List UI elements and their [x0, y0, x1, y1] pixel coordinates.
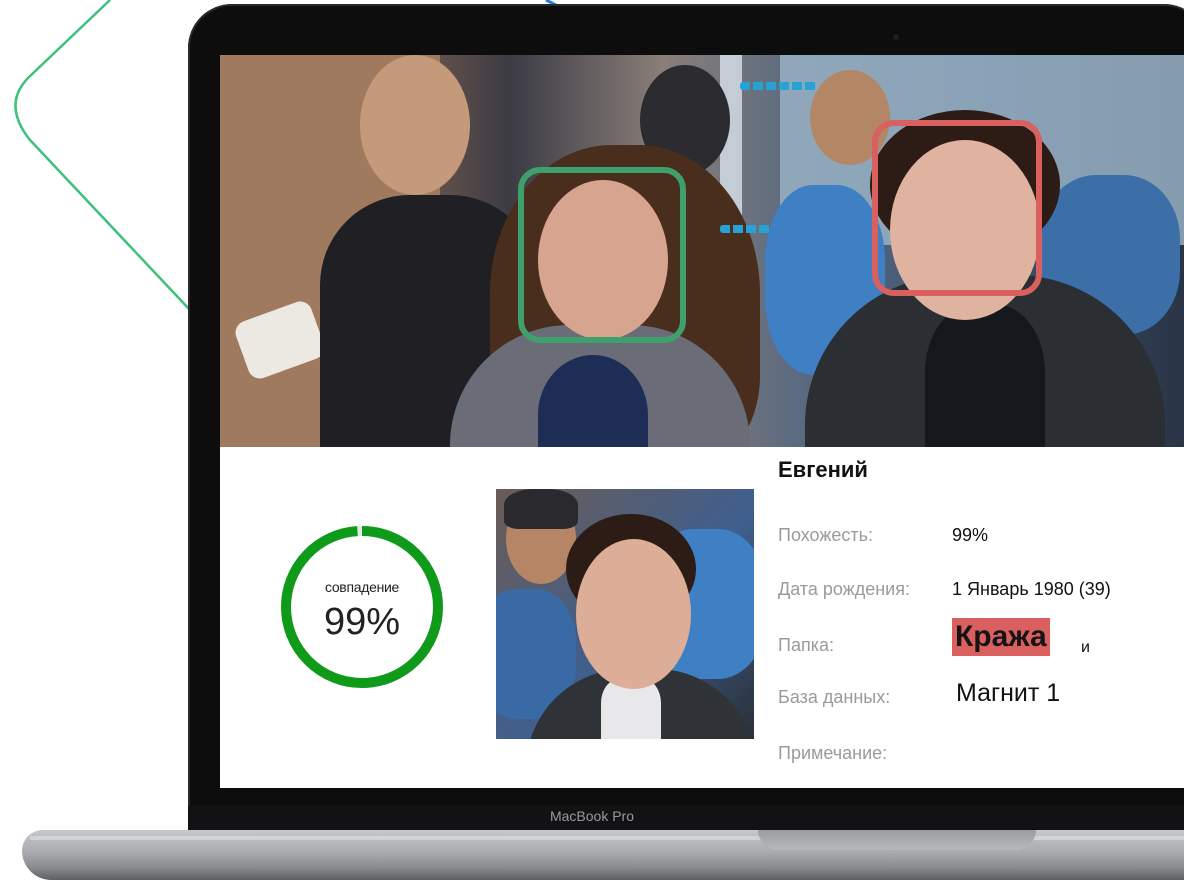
matched-person-photo[interactable] [496, 489, 754, 739]
database-value: Магнит 1 [956, 679, 1061, 707]
camera-feed [220, 55, 1184, 447]
laptop-brand-label: MacBook Pro [549, 808, 635, 824]
similarity-value: 99% [952, 525, 989, 545]
face-detection-box-unmatched[interactable] [518, 167, 686, 343]
similarity-label: Похожесть: [778, 525, 874, 545]
birth-date-label: Дата рождения: [778, 579, 910, 599]
person-name: Евгений [778, 457, 868, 482]
hud-indicator [740, 82, 816, 90]
laptop-screen: совпадение 99% Евгений Похожесть: 99% Да… [220, 55, 1184, 788]
match-result-panel: совпадение 99% Евгений Похожесть: 99% Да… [230, 447, 1184, 788]
note-label: Примечание: [778, 743, 888, 763]
hud-indicator [720, 225, 770, 233]
match-score-ring: совпадение 99% [280, 525, 444, 689]
folder-suffix: и [1081, 639, 1090, 656]
face-detection-box-matched[interactable] [872, 120, 1042, 296]
database-label: База данных: [778, 687, 891, 707]
webcam [893, 34, 899, 40]
match-ring-label: совпадение [324, 579, 400, 595]
match-score-value: 99% [323, 601, 401, 643]
birth-date-value: 1 Январь 1980 (39) [952, 579, 1111, 599]
folder-label: Папка: [778, 635, 834, 655]
laptop-thumb-notch [758, 830, 1036, 850]
folder-badge[interactable]: Кража [952, 618, 1050, 656]
